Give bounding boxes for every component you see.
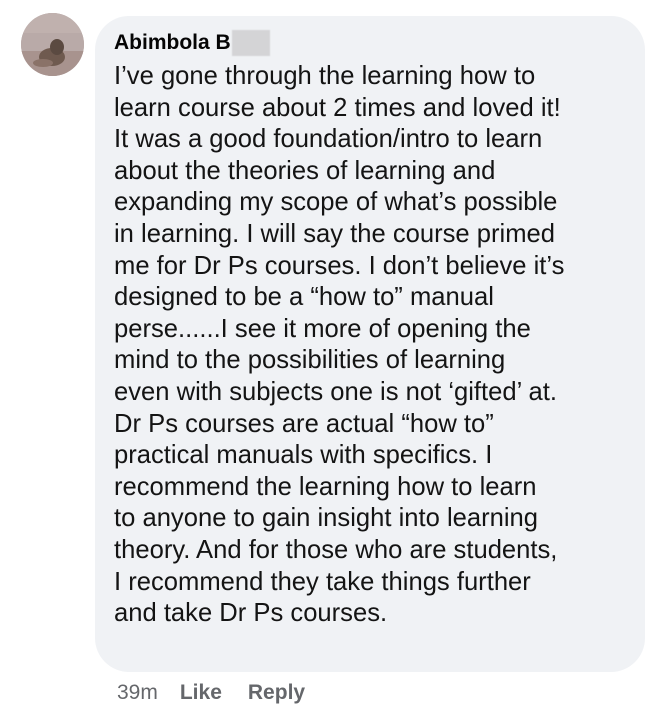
comment-line: expanding my scope of what’s possible — [114, 188, 558, 217]
author-row: Abimbola B — [114, 29, 629, 57]
comment-line: theory. And for those who are students, — [114, 535, 558, 564]
comment-line: I recommend they take things further — [114, 567, 531, 596]
author-name[interactable]: Abimbola B — [114, 31, 231, 55]
comment-line: perse......I see it more of opening the — [114, 314, 531, 343]
reply-button[interactable]: Reply — [248, 681, 305, 705]
avatar[interactable] — [21, 13, 84, 76]
comment-actions: 39m Like Reply — [117, 680, 305, 706]
timestamp-link[interactable]: 39m — [117, 681, 158, 705]
comment-text: I’ve gone through the learning how to le… — [114, 61, 629, 630]
comment-line: in learning. I will say the course prime… — [114, 219, 555, 248]
redacted-surname — [231, 30, 270, 56]
comment-line: about the theories of learning and — [114, 156, 496, 185]
like-button[interactable]: Like — [180, 681, 222, 705]
comment-line: It was a good foundation/intro to learn — [114, 125, 543, 154]
comment-line: mind to the possibilities of learning — [114, 346, 506, 375]
comment-line: I’ve gone through the learning how to — [114, 62, 536, 90]
comment-line: to anyone to gain insight into learning — [114, 504, 539, 533]
comment-bubble: Abimbola B I’ve gone through the learnin… — [95, 16, 645, 672]
comment-line: even with subjects one is not ‘gifted’ a… — [114, 377, 557, 406]
comment-line: learn course about 2 times and loved it! — [114, 93, 561, 122]
comment-line: Dr Ps courses are actual “how to” — [114, 409, 494, 438]
comment-line: recommend the learning how to learn — [114, 472, 537, 501]
avatar-photo — [21, 13, 84, 76]
comment-line: and take Dr Ps courses. — [114, 599, 388, 628]
comment-line: designed to be a “how to” manual — [114, 283, 494, 312]
comment-line: practical manuals with specifics. I — [114, 441, 493, 470]
comment-line: me for Dr Ps courses. I don’t believe it… — [114, 251, 565, 280]
